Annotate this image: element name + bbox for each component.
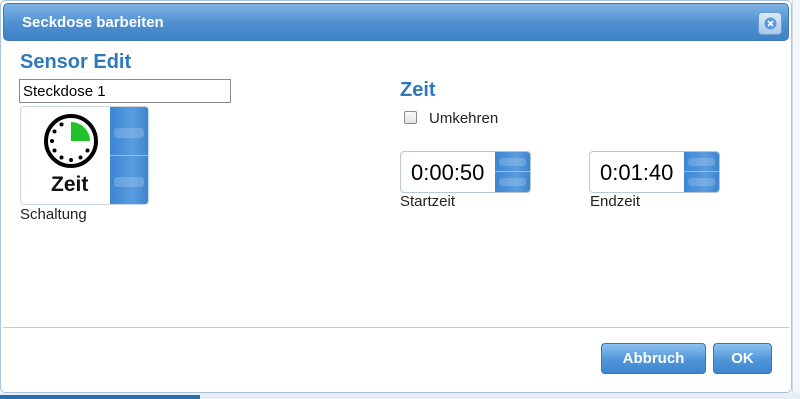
- startzeit-spin-down-button[interactable]: [495, 172, 530, 192]
- startzeit-value[interactable]: 0:00:50: [411, 160, 484, 186]
- dialog-title: Seckdose barbeiten: [22, 14, 164, 31]
- schaltung-spin-down-button[interactable]: [110, 156, 148, 205]
- close-icon: [764, 17, 777, 30]
- startzeit-label: Startzeit: [400, 193, 456, 210]
- umkehren-checkbox[interactable]: [404, 111, 417, 124]
- umkehren-label[interactable]: Umkehren: [429, 110, 498, 127]
- cancel-button[interactable]: Abbruch: [601, 343, 706, 374]
- close-button[interactable]: [758, 12, 782, 35]
- edit-dialog: Seckdose barbeiten Sensor Edit Steckdose…: [0, 0, 792, 393]
- dialog-titlebar[interactable]: Seckdose barbeiten: [3, 3, 789, 41]
- endzeit-value[interactable]: 0:01:40: [600, 160, 673, 186]
- footer-divider: [3, 327, 789, 328]
- startzeit-spinner-buttons[interactable]: [495, 152, 530, 192]
- page-background-edge: [792, 0, 800, 399]
- schaltung-tile-label: Zeit: [51, 173, 89, 196]
- startzeit-spinner-field[interactable]: 0:00:50: [400, 151, 531, 193]
- schaltung-label: Schaltung: [20, 206, 87, 223]
- timer-clock-icon: [44, 114, 98, 168]
- startzeit-spin-up-button[interactable]: [495, 152, 530, 172]
- schaltung-spin-up-button[interactable]: [110, 107, 148, 156]
- page-bottom-strip: [0, 393, 800, 399]
- schaltung-spinner[interactable]: [110, 107, 148, 204]
- endzeit-spinner-field[interactable]: 0:01:40: [589, 151, 720, 193]
- endzeit-spin-down-button[interactable]: [684, 172, 719, 192]
- endzeit-spin-up-button[interactable]: [684, 152, 719, 172]
- ok-button[interactable]: OK: [713, 343, 772, 374]
- zeit-heading: Zeit: [400, 79, 436, 101]
- bottom-accent-bar: [0, 395, 200, 399]
- endzeit-label: Endzeit: [590, 193, 641, 210]
- schaltung-selector[interactable]: Zeit: [20, 106, 149, 205]
- sensor-name-input[interactable]: [19, 79, 231, 103]
- sensor-edit-heading: Sensor Edit: [20, 51, 132, 73]
- endzeit-spinner-buttons[interactable]: [684, 152, 719, 192]
